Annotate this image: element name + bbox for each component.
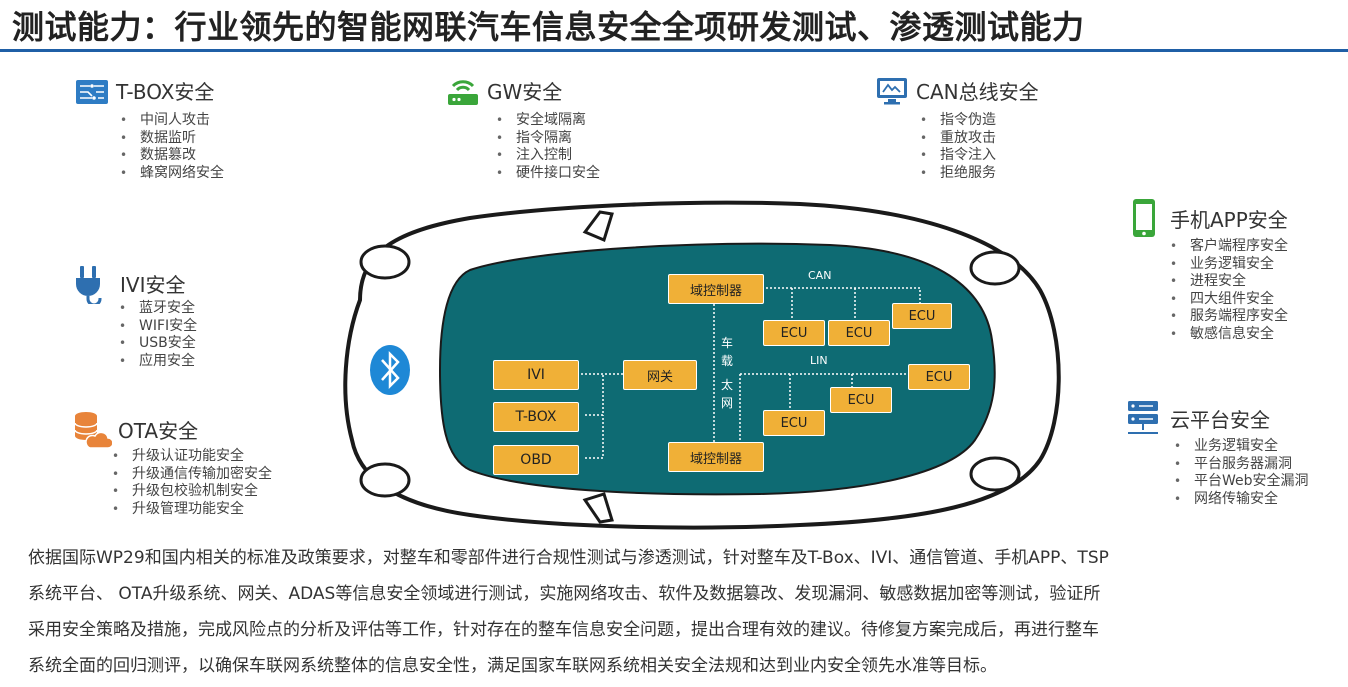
ethernet-char: 网 — [720, 396, 733, 410]
ecu-box: ECU — [763, 320, 825, 346]
can-label: CAN — [808, 269, 832, 282]
ethernet-char: 载 — [720, 354, 733, 368]
tbox-box: T-BOX — [493, 402, 579, 432]
ecu-box: ECU — [828, 320, 890, 346]
paragraph-line: 系统全面的回归测评，以确保车联网系统整体的信息安全性，满足国家车联网系统相关安全… — [28, 656, 997, 676]
ethernet-char: 太 — [720, 378, 733, 392]
lin-label: LIN — [810, 354, 828, 367]
paragraph-line: 依据国际WP29和国内相关的标准及政策要求，对整车和零部件进行合规性测试与渗透测… — [28, 548, 1109, 568]
description-paragraph: 依据国际WP29和国内相关的标准及政策要求，对整车和零部件进行合规性测试与渗透测… — [28, 540, 1338, 684]
ethernet-label-top: 车 载 — [720, 334, 734, 370]
domain-controller-top: 域控制器 — [668, 274, 764, 304]
ethernet-char: 车 — [720, 336, 733, 350]
obd-box: OBD — [493, 445, 579, 475]
ecu-box: ECU — [763, 410, 825, 436]
domain-controller-bottom: 域控制器 — [668, 442, 764, 472]
paragraph-line: 采用安全策略及措施，完成风险点的分析及评估等工作，针对存在的整车信息安全问题，提… — [28, 620, 1099, 640]
paragraph-line: 系统平台、 OTA升级系统、网关、ADAS等信息安全领域进行测试，实施网络攻击、… — [28, 584, 1101, 604]
ecu-box: ECU — [908, 364, 970, 390]
ecu-box: ECU — [830, 387, 892, 413]
ivi-box: IVI — [493, 360, 579, 390]
ethernet-label-bottom: 太 网 — [720, 376, 734, 412]
gateway-box: 网关 — [623, 360, 697, 390]
ecu-box: ECU — [892, 303, 952, 329]
